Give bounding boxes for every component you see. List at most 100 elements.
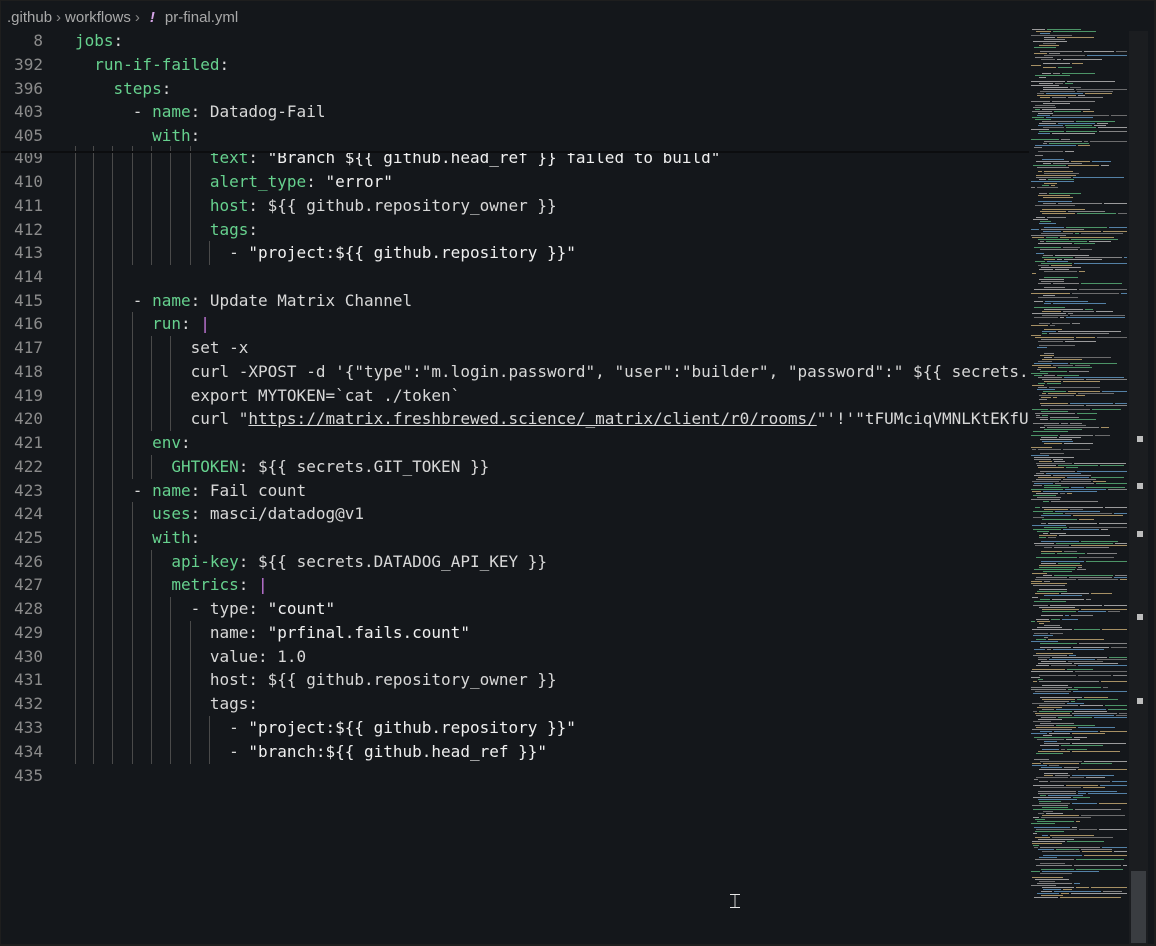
code-line[interactable]: 415 - name: Update Matrix Channel — [1, 289, 1029, 313]
code-line[interactable]: 434 - "branch:${{ github.head_ref }}" — [1, 740, 1029, 764]
code-line[interactable]: 425 with: — [1, 526, 1029, 550]
code-editor[interactable]: 8 jobs: 392 run-if-failed: 396 steps: 403 - … — [1, 29, 1029, 944]
minimap-line — [1032, 703, 1065, 704]
minimap-line — [1046, 93, 1083, 94]
code-line[interactable]: 422 GHTOKEN: ${{ secrets.GIT_TOKEN }} — [1, 455, 1029, 479]
line-text: - "project:${{ github.repository }}" — [229, 718, 576, 737]
minimap-line — [1081, 233, 1123, 234]
breadcrumb-folder-github[interactable]: .github — [7, 9, 52, 26]
minimap-line — [1075, 809, 1121, 810]
minimap-line — [1044, 381, 1061, 382]
minimap[interactable] — [1029, 29, 1129, 944]
code-line[interactable]: 426 api-key: ${{ secrets.DATADOG_API_KEY… — [1, 550, 1029, 574]
code-line[interactable]: 413 - "project:${{ github.repository }}" — [1, 241, 1029, 265]
minimap-line — [1041, 229, 1084, 230]
minimap-line — [1036, 639, 1046, 640]
line-number: 428 — [14, 599, 43, 618]
minimap-line — [1032, 669, 1065, 670]
minimap-line — [1043, 501, 1049, 502]
minimap-line — [1042, 749, 1059, 750]
minimap-line — [1034, 847, 1038, 848]
code-line[interactable]: 428 - type: "count" — [1, 597, 1029, 621]
code-line[interactable]: 392 run-if-failed: — [1, 53, 1029, 77]
minimap-line — [1065, 151, 1074, 152]
minimap-line — [1064, 443, 1093, 444]
minimap-line — [1036, 161, 1069, 162]
vertical-scrollbar[interactable] — [1129, 31, 1148, 944]
minimap-line — [1040, 419, 1048, 420]
breadcrumb-folder-workflows[interactable]: workflows — [65, 9, 131, 26]
minimap-line — [1041, 523, 1046, 524]
code-line[interactable]: 412 tags: — [1, 218, 1029, 242]
code-line[interactable]: 430 value: 1.0 — [1, 645, 1029, 669]
scrollbar-thumb[interactable] — [1131, 871, 1146, 943]
minimap-line — [1072, 743, 1126, 744]
minimap-line — [1033, 711, 1037, 712]
minimap-line — [1031, 885, 1056, 886]
code-line[interactable]: 405 with: — [1, 124, 1029, 148]
minimap-line — [1031, 677, 1040, 678]
line-text: value: 1.0 — [209, 647, 307, 666]
minimap-line — [1069, 577, 1112, 578]
minimap-line — [1111, 647, 1127, 648]
code-line[interactable]: 435 — [1, 764, 1029, 788]
minimap-line — [1035, 75, 1070, 76]
minimap-line — [1041, 767, 1062, 768]
breadcrumb-file[interactable]: pr-final.yml — [165, 9, 238, 26]
minimap-line — [1100, 465, 1124, 466]
code-line[interactable]: 429 name: "prfinal.fails.count" — [1, 621, 1029, 645]
minimap-line — [1043, 255, 1053, 256]
minimap-line — [1040, 471, 1075, 472]
minimap-line — [1035, 545, 1069, 546]
minimap-line — [1100, 785, 1127, 786]
minimap-line — [1091, 593, 1112, 594]
code-line[interactable]: 431 host: ${{ github.repository_owner }} — [1, 668, 1029, 692]
code-line[interactable]: 8 jobs: — [1, 29, 1029, 53]
minimap-line — [1096, 483, 1127, 484]
minimap-line — [1043, 735, 1052, 736]
minimap-line — [1063, 247, 1080, 248]
code-line[interactable]: 424 uses: masci/datadog@v1 — [1, 502, 1029, 526]
minimap-line — [1070, 315, 1125, 316]
minimap-line — [1078, 95, 1085, 96]
minimap-line — [1104, 605, 1127, 606]
minimap-line — [1056, 849, 1079, 850]
code-line[interactable]: 423 - name: Fail count — [1, 479, 1029, 503]
minimap-line — [1101, 165, 1109, 166]
minimap-line — [1041, 817, 1091, 818]
minimap-line — [1031, 621, 1035, 622]
code-line[interactable]: 421 env: — [1, 431, 1029, 455]
code-line[interactable]: 433 - "project:${{ github.repository }}" — [1, 716, 1029, 740]
minimap-line — [1036, 777, 1068, 778]
code-line[interactable]: 409 text: "Branch ${{ github.head_ref }}… — [1, 146, 1029, 170]
minimap-line — [1050, 533, 1066, 534]
minimap-line — [1031, 235, 1066, 236]
code-line[interactable]: 416 run: | — [1, 312, 1029, 336]
code-line[interactable]: 414 — [1, 265, 1029, 289]
minimap-line — [1039, 857, 1057, 858]
line-number: 435 — [14, 766, 43, 785]
code-line[interactable]: 427 metrics: | — [1, 573, 1029, 597]
code-line[interactable]: 403 - name: Datadog-Fail — [1, 100, 1029, 124]
minimap-line — [1039, 131, 1064, 132]
minimap-line — [1040, 371, 1067, 372]
code-line[interactable]: 419 export MYTOKEN=`cat ./token` — [1, 384, 1029, 408]
code-line[interactable]: 420 curl "https://matrix.freshbrewed.sci… — [1, 407, 1029, 431]
code-line[interactable]: 418 curl -XPOST -d '{"type":"m.login.pas… — [1, 360, 1029, 384]
code-line[interactable]: 417 set -x — [1, 336, 1029, 360]
minimap-line — [1032, 877, 1063, 878]
minimap-line — [1038, 791, 1076, 792]
minimap-line — [1038, 201, 1072, 202]
minimap-line — [1033, 107, 1056, 108]
code-line[interactable]: 411 host: ${{ github.repository_owner }} — [1, 194, 1029, 218]
code-line[interactable]: 396 steps: — [1, 77, 1029, 101]
minimap-line — [1038, 243, 1072, 244]
minimap-line — [1082, 851, 1112, 852]
minimap-line — [1091, 887, 1127, 888]
line-text: - name: Datadog-Fail — [132, 102, 326, 121]
minimap-line — [1059, 437, 1081, 438]
code-line[interactable]: 410 alert_type: "error" — [1, 170, 1029, 194]
code-line[interactable]: 432 tags: — [1, 692, 1029, 716]
minimap-line — [1072, 751, 1120, 752]
minimap-line — [1078, 793, 1086, 794]
